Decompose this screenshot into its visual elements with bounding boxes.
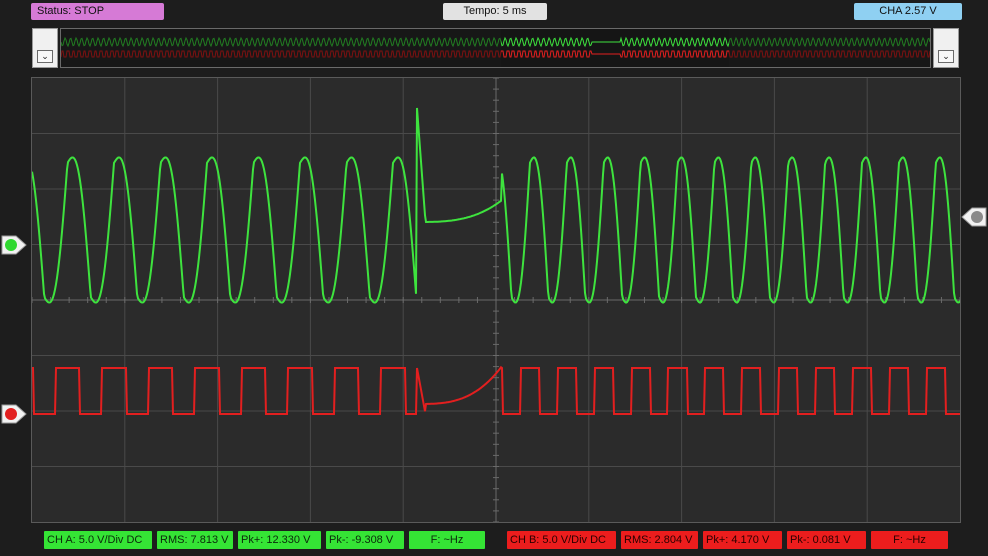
chevron-down-icon: ⌄ [37, 50, 53, 63]
circle-arrow-icon [5, 239, 17, 251]
overview-waveform-svg [60, 29, 931, 67]
trigger-level-marker[interactable] [961, 206, 988, 228]
scope-svg [31, 77, 961, 523]
ch-a-pk-plus-readout: Pk+: 12.330 V [238, 531, 321, 549]
ch-a-rms-readout: RMS: 7.813 V [157, 531, 233, 549]
overview-right-button[interactable]: ⌄ [933, 28, 959, 68]
oscilloscope-screen[interactable] [31, 77, 961, 523]
scope-grid [31, 77, 961, 523]
cha-trigger-level-badge[interactable]: CHA 2.57 V [854, 3, 962, 20]
ch-b-rms-readout: RMS: 2.804 V [621, 531, 698, 549]
ch-b-pk-plus-readout: Pk+: 4.170 V [703, 531, 782, 549]
ch-a-offset-marker[interactable] [0, 234, 28, 256]
timebase-badge[interactable]: Tempo: 5 ms [443, 3, 547, 20]
overview-viewport-window [501, 29, 729, 67]
ch-b-offset-marker[interactable] [0, 403, 28, 425]
circle-arrow-icon [971, 211, 983, 223]
ch-b-scale-readout[interactable]: CH B: 5.0 V/Div DC [507, 531, 616, 549]
ch-a-pk-minus-readout: Pk-: -9.308 V [326, 531, 404, 549]
ch-a-frequency-readout: F: ~Hz [409, 531, 485, 549]
chevron-down-icon: ⌄ [938, 50, 954, 63]
waveform-overview-strip[interactable] [60, 28, 931, 68]
overview-right-shade [729, 29, 930, 67]
overview-left-button[interactable]: ⌄ [32, 28, 58, 68]
overview-left-shade [61, 29, 501, 67]
ch-a-scale-readout[interactable]: CH A: 5.0 V/Div DC [44, 531, 152, 549]
ch-b-frequency-readout: F: ~Hz [871, 531, 948, 549]
status-badge[interactable]: Status: STOP [31, 3, 164, 20]
circle-arrow-icon [5, 408, 17, 420]
ch-b-pk-minus-readout: Pk-: 0.081 V [787, 531, 866, 549]
